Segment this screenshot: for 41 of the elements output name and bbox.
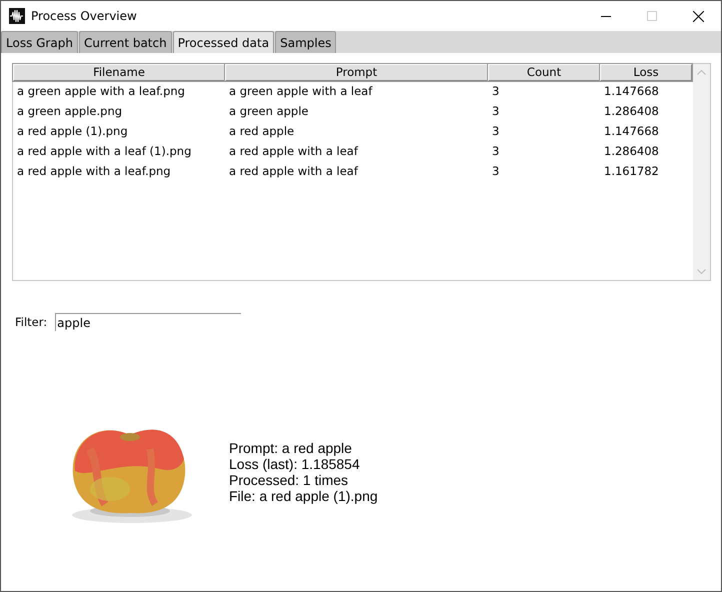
scroll-up-icon[interactable] [697, 70, 706, 75]
table-cell: 1.161782 [604, 164, 659, 178]
filter-label: Filter: [15, 315, 48, 329]
table-cell: a green apple with a leaf [229, 84, 372, 98]
window-title: Process Overview [31, 9, 137, 23]
detail-text: Prompt: a red apple [229, 440, 353, 456]
table-cell: 3 [492, 164, 500, 178]
detail-text: Loss (last): 1.185854 [229, 456, 361, 472]
table-cell: a red apple with a leaf.png [17, 164, 171, 178]
tab[interactable]: Processed data [172, 31, 274, 53]
filter-field[interactable]: apple [55, 313, 242, 331]
column-header[interactable]: Filename [13, 64, 225, 81]
table-cell: 1.147668 [604, 124, 659, 138]
table-cell: a green apple [229, 104, 308, 118]
table-cell: 3 [492, 104, 500, 118]
table-cell: a red apple with a leaf [229, 144, 358, 158]
detail-text: File: a red apple (1).png [229, 488, 378, 504]
table-cell: a red apple with a leaf (1).png [17, 144, 192, 158]
scroll-down-icon[interactable] [697, 269, 706, 274]
close-icon[interactable] [693, 10, 704, 22]
table-cell: 3 [492, 84, 500, 98]
column-header[interactable]: Prompt [225, 64, 488, 81]
table-cell: a red apple (1).png [17, 124, 128, 138]
waveform-icon [9, 8, 25, 24]
tab[interactable]: Current batch [78, 31, 172, 53]
table-cell: a red apple with a leaf [229, 164, 358, 178]
table-cell: 3 [492, 124, 500, 138]
table-cell: 1.286408 [604, 144, 659, 158]
table-cell: a green apple.png [17, 104, 122, 118]
table-cell: a green apple with a leaf.png [17, 84, 185, 98]
table-cell: 1.286408 [604, 104, 659, 118]
column-header[interactable]: Count [488, 64, 600, 81]
tab[interactable]: Samples [275, 31, 336, 53]
table-cell: 3 [492, 144, 500, 158]
column-header[interactable]: Loss [600, 64, 692, 81]
table-cell: a red apple [229, 124, 294, 138]
table-cell: 1.147668 [604, 84, 659, 98]
tab[interactable]: Loss Graph [1, 31, 78, 53]
maximize-icon[interactable] [647, 11, 657, 21]
detail-text: Processed: 1 times [229, 472, 350, 488]
scrollbar[interactable] [693, 64, 710, 280]
